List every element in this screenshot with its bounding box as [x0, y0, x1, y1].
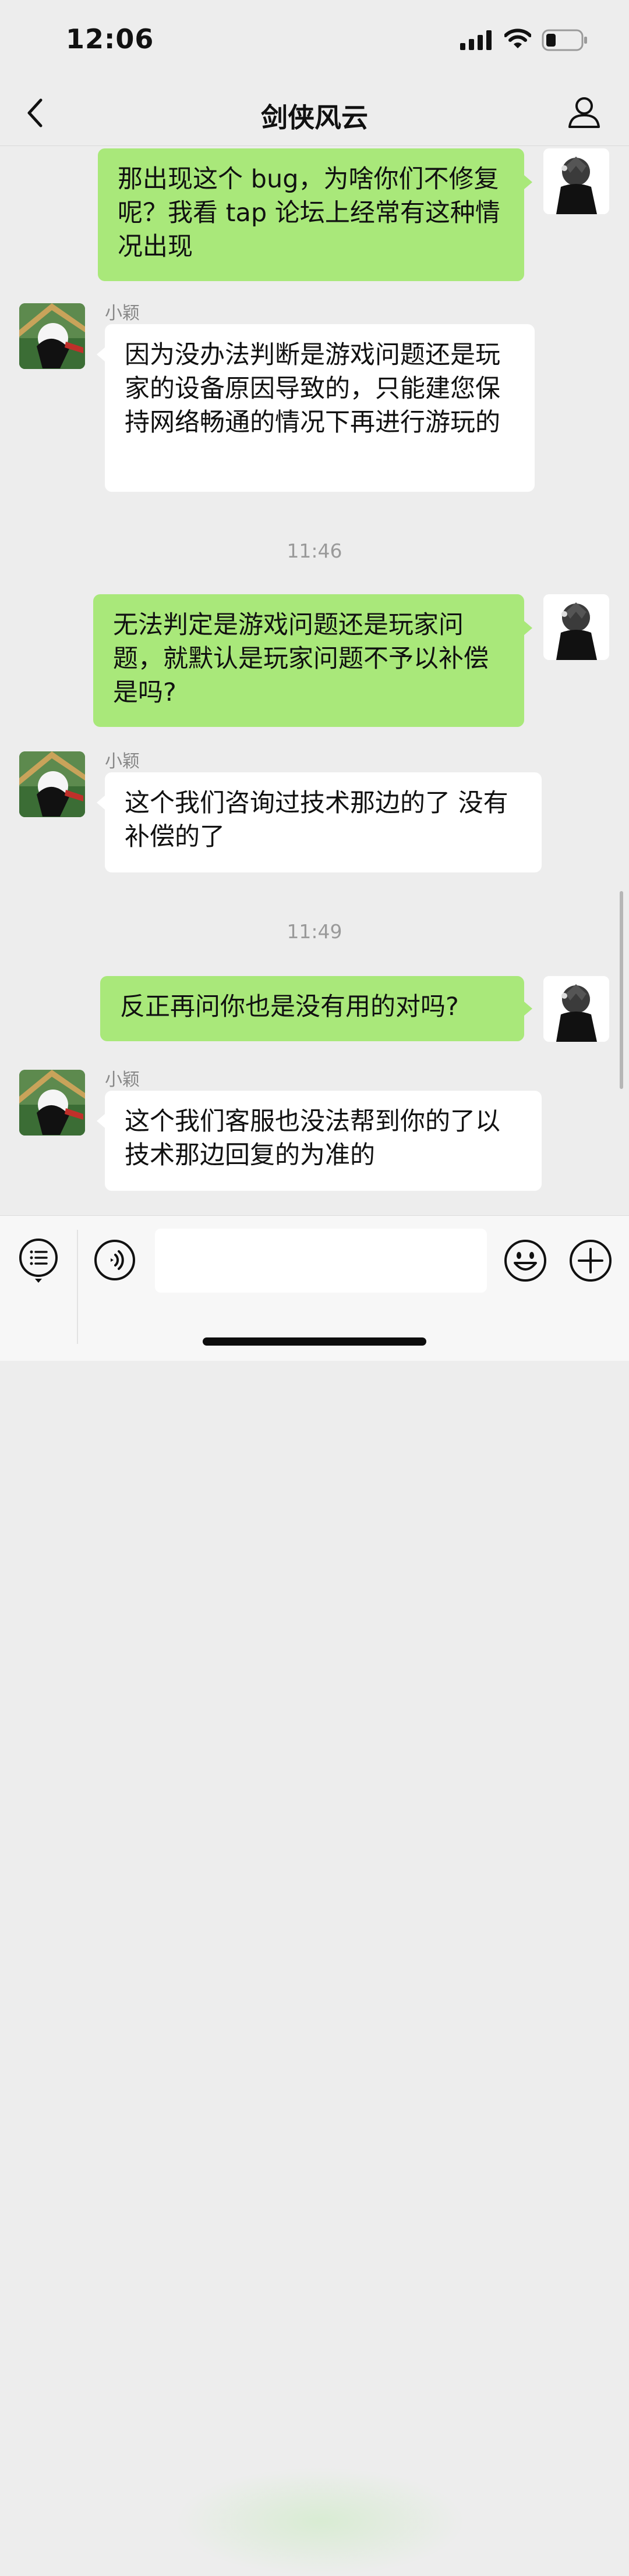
- timestamp-divider: 11:46: [287, 540, 342, 562]
- message-input[interactable]: [155, 1229, 487, 1293]
- status-bar: 12:06: [0, 0, 629, 81]
- bubble-tail: [97, 796, 105, 810]
- person-icon[interactable]: [567, 95, 601, 132]
- sender-name: 小颖: [105, 303, 140, 324]
- bubble-tail: [524, 1002, 532, 1016]
- chat-title: 剑侠风云: [261, 102, 368, 133]
- message-bubble[interactable]: 这个我们客服也没法帮到你的了以技术那边回复的为准的: [105, 1091, 542, 1191]
- message-incoming: 小颖 这个我们客服也没法帮到你的了以技术那边回复的为准的: [0, 1070, 629, 1215]
- contact-avatar-image: [19, 303, 85, 369]
- message-bubble[interactable]: 那出现这个 bug，为啥你们不修复呢？我看 tap 论坛上经常有这种情况出现: [98, 148, 524, 281]
- divider: [77, 1230, 78, 1344]
- contact-avatar-image: [19, 1070, 85, 1136]
- home-indicator[interactable]: [203, 1337, 426, 1346]
- self-avatar[interactable]: [543, 976, 609, 1042]
- self-avatar-image: [543, 148, 609, 214]
- sender-name: 小颖: [105, 751, 140, 772]
- menu-list-icon[interactable]: [17, 1237, 61, 1287]
- bubble-tail: [97, 347, 105, 361]
- message-bubble[interactable]: 无法判定是游戏问题还是玩家问题，就默认是玩家问题不予以补偿是吗?: [93, 594, 524, 727]
- message-incoming: 小颖 这个我们咨询过技术那边的了 没有补偿的了: [0, 751, 629, 903]
- contact-avatar[interactable]: [19, 1070, 85, 1136]
- contact-avatar[interactable]: [19, 751, 85, 817]
- emoji-icon[interactable]: [503, 1239, 547, 1285]
- bottom-glow: [175, 2467, 466, 2576]
- self-avatar[interactable]: [543, 594, 609, 660]
- chat-header: 剑侠风云: [0, 81, 629, 146]
- contact-avatar[interactable]: [19, 303, 85, 369]
- input-bar: [0, 1215, 629, 2576]
- self-avatar-image: [543, 594, 609, 660]
- wifi-icon: [504, 29, 532, 52]
- scrollbar[interactable]: [620, 891, 623, 1089]
- chat-message-list[interactable]: 那出现这个 bug，为啥你们不修复呢？我看 tap 论坛上经常有这种情况出现 小…: [0, 146, 629, 1215]
- sender-name: 小颖: [105, 1070, 140, 1090]
- bubble-tail: [524, 175, 532, 189]
- message-outgoing: 那出现这个 bug，为啥你们不修复呢？我看 tap 论坛上经常有这种情况出现: [0, 146, 629, 286]
- voice-icon[interactable]: [93, 1239, 136, 1284]
- message-outgoing: 无法判定是游戏问题还是玩家问题，就默认是玩家问题不予以补偿是吗?: [0, 594, 629, 734]
- self-avatar[interactable]: [543, 148, 609, 214]
- message-outgoing: 反正再问你也是没有用的对吗?: [0, 975, 629, 1051]
- plus-icon[interactable]: [568, 1239, 613, 1285]
- message-bubble[interactable]: 因为没办法判断是游戏问题还是玩家的设备原因导致的，只能建您保持网络畅通的情况下再…: [105, 324, 535, 492]
- bubble-tail: [524, 621, 532, 635]
- message-bubble[interactable]: 反正再问你也是没有用的对吗?: [100, 976, 524, 1041]
- status-time: 12:06: [66, 23, 154, 55]
- battery-icon: [542, 29, 588, 54]
- message-bubble[interactable]: 这个我们咨询过技术那边的了 没有补偿的了: [105, 772, 542, 872]
- message-incoming: 小颖 因为没办法判断是游戏问题还是玩家的设备原因导致的，只能建您保持网络畅通的情…: [0, 303, 629, 501]
- signal-icon: [460, 30, 493, 52]
- timestamp-divider: 11:49: [287, 920, 342, 943]
- bubble-tail: [97, 1114, 105, 1128]
- self-avatar-image: [543, 976, 609, 1042]
- contact-avatar-image: [19, 751, 85, 817]
